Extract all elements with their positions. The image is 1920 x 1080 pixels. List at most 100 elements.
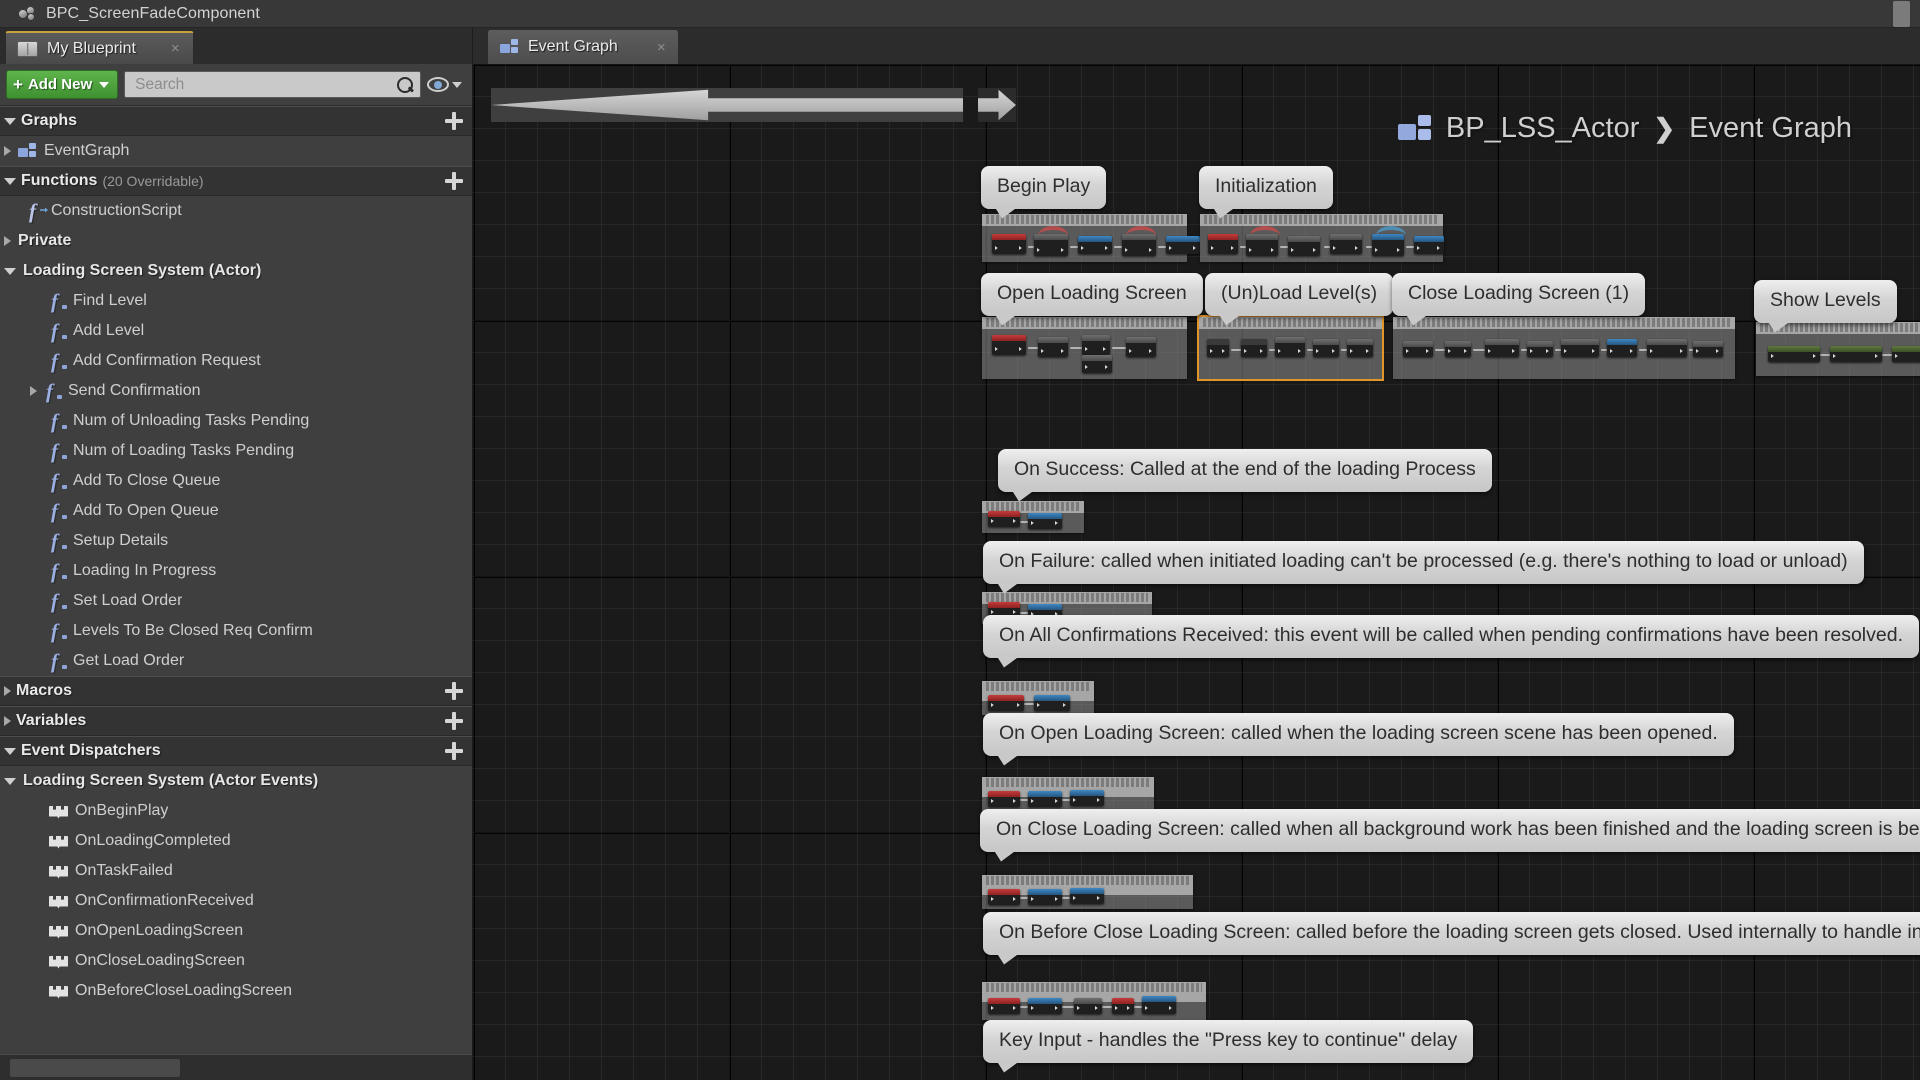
tab-my-blueprint[interactable]: My Blueprint ×: [5, 31, 194, 64]
section-header-graphs[interactable]: Graphs: [0, 106, 472, 136]
tree-item-row[interactable]: OnLoadingCompleted: [0, 826, 472, 856]
graph-node[interactable]: [1768, 346, 1820, 362]
section-header-variables[interactable]: Variables: [0, 706, 472, 736]
search-input[interactable]: [135, 75, 396, 94]
tree-item-row[interactable]: OnBeginPlay: [0, 796, 472, 826]
begin-play-nodes[interactable]: [982, 214, 1200, 262]
graph-node[interactable]: [1288, 236, 1320, 256]
add-variables-button[interactable]: [444, 711, 464, 731]
graph-node[interactable]: [1028, 791, 1062, 807]
add-dispatchers-button[interactable]: [444, 741, 464, 761]
graph-node[interactable]: [988, 695, 1024, 711]
close-icon[interactable]: ×: [171, 41, 180, 56]
tree-group-row[interactable]: Loading Screen System (Actor): [0, 256, 472, 286]
show-levels-nodes[interactable]: [1756, 322, 1920, 376]
graph-node[interactable]: [1070, 888, 1104, 904]
graph-canvas[interactable]: BP_LSS_Actor ❯ Event Graph Begin Play Ini…: [473, 64, 1920, 1080]
tree-item-row[interactable]: f Get Load Order: [0, 646, 472, 676]
graph-node[interactable]: [992, 335, 1026, 355]
comment-on-close-screen[interactable]: On Close Loading Screen: called when all…: [980, 809, 1920, 852]
on-success-nodes[interactable]: [982, 501, 1084, 533]
search-box[interactable]: [124, 71, 421, 98]
tree-item-row[interactable]: EventGraph: [0, 136, 472, 166]
add-functions-button[interactable]: [444, 171, 464, 191]
tree-item-row[interactable]: f Setup Details: [0, 526, 472, 556]
chevron-right-icon[interactable]: [30, 386, 37, 396]
graph-node[interactable]: [1038, 337, 1068, 357]
graph-node[interactable]: [988, 889, 1020, 905]
comment-key-input[interactable]: Key Input - handles the "Press key to co…: [983, 1020, 1474, 1063]
graph-node[interactable]: [1082, 335, 1110, 355]
close-loading-screen-nodes[interactable]: [1393, 317, 1735, 379]
graph-node[interactable]: [1892, 346, 1920, 362]
open-loading-screen-nodes[interactable]: [982, 317, 1187, 379]
graph-node[interactable]: [1693, 341, 1723, 357]
tree-item-row[interactable]: f Add Level: [0, 316, 472, 346]
tree-item-row[interactable]: f Num of Unloading Tasks Pending: [0, 406, 472, 436]
graph-node[interactable]: [1414, 236, 1444, 254]
graph-node[interactable]: [1166, 236, 1200, 254]
comment-on-failure[interactable]: On Failure: called when initiated loadin…: [983, 541, 1864, 584]
tree-group-row[interactable]: Loading Screen System (Actor Events): [0, 766, 472, 796]
chevron-right-icon[interactable]: [4, 686, 11, 696]
graph-node[interactable]: [1246, 234, 1278, 256]
tree-item-row[interactable]: OnCloseLoadingScreen: [0, 946, 472, 976]
chevron-right-icon[interactable]: [4, 716, 11, 726]
graph-node[interactable]: [1207, 339, 1229, 357]
graph-node[interactable]: [1445, 341, 1471, 357]
arrow-left-icon[interactable]: [491, 88, 964, 122]
comment-initialization[interactable]: Initialization: [1199, 166, 1333, 209]
tree-item-row[interactable]: f Set Load Order: [0, 586, 472, 616]
close-icon[interactable]: ×: [657, 40, 666, 55]
tree-item-row[interactable]: f ConstructionScript: [0, 196, 472, 226]
comment-on-open-screen[interactable]: On Open Loading Screen: called when the …: [983, 713, 1734, 756]
tree-item-row[interactable]: f Send Confirmation: [0, 376, 472, 406]
section-header-dispatchers[interactable]: Event Dispatchers: [0, 736, 472, 766]
breadcrumb-root[interactable]: BP_LSS_Actor: [1446, 112, 1639, 145]
graph-node[interactable]: [1122, 234, 1156, 256]
comment-open-loading[interactable]: Open Loading Screen: [981, 273, 1203, 316]
graph-node[interactable]: [1028, 889, 1062, 905]
visibility-options-button[interactable]: [427, 77, 466, 92]
graph-node[interactable]: [1330, 234, 1362, 254]
graph-node[interactable]: [988, 998, 1020, 1014]
add-graphs-button[interactable]: [444, 111, 464, 131]
graph-node[interactable]: [1034, 695, 1070, 711]
component-list-scrollbar[interactable]: [1893, 1, 1910, 27]
chevron-down-icon[interactable]: [4, 777, 16, 785]
graph-node[interactable]: [1527, 341, 1553, 357]
graph-node[interactable]: [1034, 234, 1068, 256]
comment-close-loading-1[interactable]: Close Loading Screen (1): [1392, 273, 1646, 316]
graph-node[interactable]: [1403, 341, 1433, 357]
graph-node[interactable]: [1142, 996, 1176, 1014]
comment-on-success[interactable]: On Success: Called at the end of the loa…: [998, 449, 1492, 492]
section-header-functions[interactable]: Functions (20 Overridable): [0, 166, 472, 196]
graph-node[interactable]: [1830, 346, 1882, 362]
graph-node[interactable]: [1074, 998, 1102, 1014]
on-close-loading-screen-nodes[interactable]: [982, 875, 1193, 909]
chevron-right-icon[interactable]: [4, 236, 11, 246]
graph-node[interactable]: [1208, 234, 1238, 254]
unload-levels-nodes[interactable]: [1197, 315, 1384, 381]
tab-event-graph[interactable]: Event Graph ×: [487, 30, 679, 64]
graph-node[interactable]: [1561, 339, 1599, 357]
on-all-confirmations-nodes[interactable]: [982, 681, 1094, 715]
graph-node[interactable]: [988, 791, 1020, 807]
graph-node[interactable]: [1082, 355, 1112, 373]
graph-node[interactable]: [1647, 339, 1687, 357]
graph-node[interactable]: [992, 234, 1026, 254]
chevron-down-icon[interactable]: [4, 117, 16, 125]
comment-begin-play[interactable]: Begin Play: [981, 166, 1107, 209]
section-header-macros[interactable]: Macros: [0, 676, 472, 706]
comment-on-before-close[interactable]: On Before Close Loading Screen: called b…: [983, 912, 1920, 955]
tree-item-row[interactable]: f Loading In Progress: [0, 556, 472, 586]
tree-item-row[interactable]: f Add Confirmation Request: [0, 346, 472, 376]
graph-node[interactable]: [1313, 339, 1339, 357]
tree-item-row[interactable]: f Add To Open Queue: [0, 496, 472, 526]
chevron-down-icon[interactable]: [4, 267, 16, 275]
chevron-down-icon[interactable]: [4, 177, 16, 185]
comment-unload-levels[interactable]: (Un)Load Level(s): [1205, 273, 1394, 316]
graph-node[interactable]: [1607, 339, 1637, 357]
graph-node[interactable]: [1126, 337, 1156, 357]
footer-tab-stub[interactable]: [10, 1059, 180, 1077]
